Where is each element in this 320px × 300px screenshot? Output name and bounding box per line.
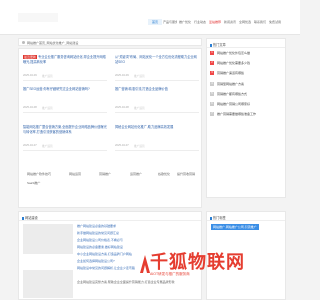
sidebar-item[interactable]: 4 营销型网站推广方案	[210, 81, 284, 86]
breadcrumb-text[interactable]: 网站推广首页_网站优化推广_网站建设	[27, 41, 78, 45]
sidebar-hot-articles: 热门文章 1 网站推广优化外包怎么做 2 网站推广优化需要多少钱 3 营销推广渠道有哪…	[206, 38, 286, 198]
divider	[23, 112, 107, 113]
nav-item-home[interactable]: 首页	[148, 19, 162, 25]
rank-number: 3	[210, 71, 214, 76]
home-icon	[22, 41, 25, 44]
section-link[interactable]: 推广网站建设必备的基础要求	[77, 224, 195, 231]
tag-link[interactable]: 谷歌优化	[158, 172, 170, 176]
list-item[interactable]: 推广营销:精准引流,打造企业品牌价值 2025-04-08 推广运营	[115, 87, 199, 119]
breadcrumb: 网站推广首页_网站优化推广_网站建设	[18, 38, 202, 46]
nav-item-trial[interactable]: 免费试用	[268, 19, 282, 25]
latest-badge: 最近更新	[23, 55, 38, 59]
nav-item-selected[interactable]: 全网优选	[238, 19, 252, 25]
divider	[207, 47, 285, 48]
post-title[interactable]: 揭秘企业网站优化推广,助力品牌高效发展	[115, 125, 199, 130]
nav-item-recommend[interactable]: 爱站推荐	[208, 19, 222, 25]
hot-tag[interactable]: 网站推广,网站推广公司,引流推广	[211, 224, 259, 230]
tag-link[interactable]: 提升营收营销	[177, 172, 195, 176]
nav-item-products[interactable]: 产品与服务	[163, 19, 177, 25]
sidebar-item[interactable]: 2 网站推广优化需要多少钱	[210, 61, 284, 66]
list-item[interactable]: 揭秘企业网站优化推广,助力品牌高效发展 2025-04-07 推广运营	[115, 125, 199, 157]
article-thumbnail[interactable]	[23, 224, 73, 254]
list-item[interactable]: 推广SEO运营,你有仔细研究过企业网站营销吗? 2025-04-08 推广运营	[23, 87, 107, 119]
post-meta: 2025-04-09 推广运营	[23, 74, 53, 78]
tag-link[interactable]: 网站推广软件技巧	[27, 172, 51, 176]
post-meta: 2025-04-07 推广运营	[115, 144, 145, 148]
divider	[207, 220, 285, 221]
post-meta: 2025-04-07 推广运营	[23, 144, 53, 148]
post-title[interactable]: 推广SEO运营,你有仔细研究过企业网站营销吗?	[23, 87, 107, 92]
divider	[23, 150, 107, 151]
divider	[115, 80, 199, 81]
post-title[interactable]: 从“关键词”布局、网站优化一个全方位优化流程助力企业网站SEO	[115, 55, 199, 64]
post-meta: 2025-04-08 推广运营	[115, 106, 145, 110]
sidebar-item[interactable]: 5 营销推广都有哪些方式	[210, 91, 284, 96]
main-nav: 首页 产品与服务 推广优化 行业动态 爱站推荐 新闻资讯 全网优选 联系我们 免…	[148, 19, 282, 25]
article-list: 最近更新 专业企业推广服务咨询网站优化,帮企业提升网络曝光,提高转化率 2025-…	[18, 48, 202, 208]
sidebar-item[interactable]: 1 网站推广优化外包怎么做	[210, 51, 284, 55]
watermark-title: 千狐物联网	[150, 252, 245, 272]
rank-number: 7	[210, 112, 214, 117]
nav-item-news[interactable]: 新闻资讯	[223, 19, 237, 25]
nav-item-contact[interactable]: 联系我们	[253, 19, 267, 25]
section-link[interactable]: 网站建设的必备要素,做好网站建设	[77, 245, 195, 252]
list-item[interactable]: 智能网站推广整合营销方案,全面提升企业网络品牌价值曝光与转化率,打造引流获客的营…	[23, 125, 107, 157]
post-meta: 2025-04-08 推广运营	[23, 106, 53, 110]
post-title[interactable]: 最近更新 专业企业推广服务咨询网站优化,帮企业提升网络曝光,提高转化率	[23, 55, 107, 64]
rank-number: 1	[210, 51, 214, 55]
section-bottom-text[interactable]: 企业网站建设完整方案,帮助企业全面提升营销能力,打造企业专属品牌形象	[77, 280, 197, 284]
section-link[interactable]: 企业网站建设公司价格表,不看必亏	[77, 238, 195, 245]
nav-item-promotion[interactable]: 推广优化	[178, 19, 192, 25]
sidebar-item[interactable]: 7 推广营销需要做哪些准备工作	[210, 112, 284, 117]
watermark-subtitle: AIOT研发与推广的服务商	[150, 272, 190, 276]
site-logo[interactable]	[18, 13, 58, 22]
post-title[interactable]: 推广营销:精准引流,打造企业品牌价值	[115, 87, 199, 92]
tag-link[interactable]: 运营推广	[130, 172, 142, 176]
sidebar-item[interactable]: 6 网站推广营销公司哪家好	[210, 102, 284, 107]
divider	[23, 80, 107, 81]
sidebar-list: 1 网站推广优化外包怎么做 2 网站推广优化需要多少钱 3 营销推广渠道有哪些 4 营销…	[210, 51, 284, 122]
rank-number: 5	[210, 91, 214, 96]
nav-item-industry[interactable]: 行业动态	[193, 19, 207, 25]
sidebar-item[interactable]: 3 营销推广渠道有哪些	[210, 71, 284, 76]
rank-number: 2	[210, 61, 214, 66]
list-item[interactable]: 最近更新 专业企业推广服务咨询网站优化,帮企业提升网络曝光,提高转化率 2025-…	[23, 55, 107, 87]
rank-number: 4	[210, 81, 214, 86]
divider	[19, 220, 201, 221]
section-link[interactable]: 新手做网站建设的常见问题汇总	[77, 231, 195, 238]
top-navigation-bar: 首页 产品与服务 推广优化 行业动态 爱站推荐 新闻资讯 全网优选 联系我们 免…	[0, 0, 300, 35]
tag-link[interactable]: SaaS推广	[27, 181, 40, 185]
divider	[115, 150, 199, 151]
post-meta: 2025-04-09 推广运营	[115, 74, 145, 78]
watermark: 千狐物联网 AIOT研发与推广的服务商	[150, 252, 290, 280]
post-title[interactable]: 智能网站推广整合营销方案,全面提升企业网络品牌价值曝光与转化率,打造引流获客的营…	[23, 125, 107, 134]
list-item[interactable]: 从“关键词”布局、网站优化一个全方位优化流程助力企业网站SEO 2025-04-…	[115, 55, 199, 87]
article-thumbnail[interactable]	[23, 270, 73, 298]
divider	[115, 112, 199, 113]
rank-number: 6	[210, 102, 214, 107]
tag-link[interactable]: 网站运营	[69, 172, 81, 176]
tag-link[interactable]: 营销推广	[99, 172, 111, 176]
